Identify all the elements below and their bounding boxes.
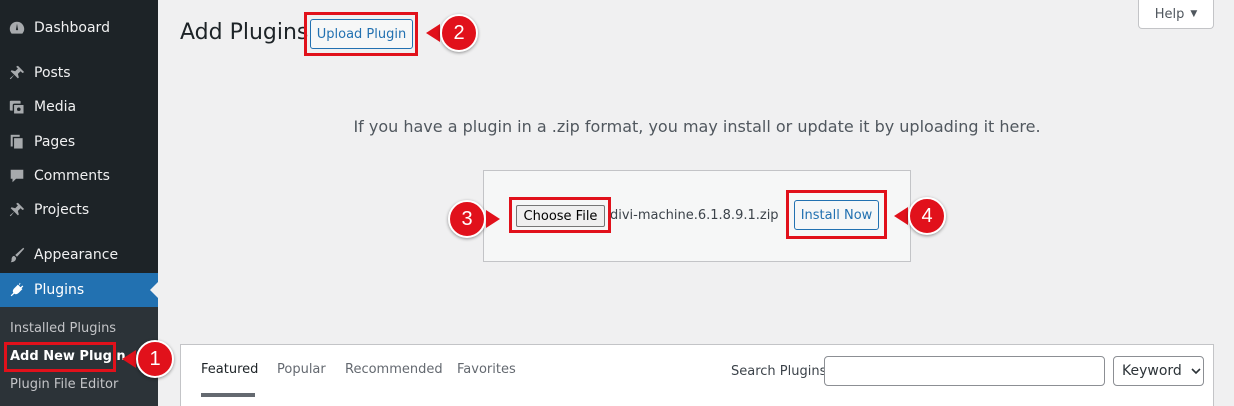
choose-file-button[interactable]: Choose File — [516, 205, 605, 227]
plug-icon — [7, 280, 27, 300]
active-tab-indicator — [201, 393, 255, 397]
pin-icon — [7, 63, 27, 83]
sidebar-item-posts[interactable]: Posts — [0, 56, 158, 90]
sidebar-item-label: Appearance — [34, 247, 119, 263]
plugin-filter-bar: Featured Popular Recommended Favorites S… — [180, 344, 1214, 406]
chevron-down-icon — [1191, 368, 1201, 375]
sidebar-item-label: Pages — [34, 134, 76, 150]
install-now-button[interactable]: Install Now — [794, 200, 879, 230]
sidebar-item-label: Comments — [34, 168, 110, 184]
sidebar-item-label: Plugins — [34, 282, 85, 298]
upload-instructions: If you have a plugin in a .zip format, y… — [353, 117, 1041, 136]
admin-sidebar: Dashboard Posts Media Pages Comments Pro… — [0, 0, 158, 406]
tab-favorites[interactable]: Favorites — [457, 362, 516, 377]
caret-down-icon: ▼ — [1190, 9, 1198, 19]
comment-icon — [7, 166, 27, 186]
step-number: 3 — [448, 200, 486, 238]
arrow-left-icon — [426, 24, 440, 42]
tab-featured[interactable]: Featured — [201, 362, 258, 377]
search-plugins-label: Search Plugins — [731, 364, 827, 379]
tab-popular[interactable]: Popular — [277, 362, 326, 377]
search-plugins-input[interactable] — [824, 356, 1105, 386]
pin-icon — [7, 200, 27, 220]
submenu-item-plugin-file-editor[interactable]: Plugin File Editor — [10, 377, 118, 392]
media-icon — [7, 97, 27, 117]
page-title: Add Plugins — [180, 20, 309, 45]
plugins-submenu: Installed Plugins Add New Plugin Plugin … — [0, 307, 158, 406]
sidebar-item-projects[interactable]: Projects — [0, 193, 158, 227]
sidebar-item-appearance[interactable]: Appearance — [0, 238, 158, 272]
sidebar-item-label: Posts — [34, 65, 71, 81]
dashboard-icon — [7, 18, 27, 38]
upload-plugin-button[interactable]: Upload Plugin — [310, 19, 413, 49]
help-label: Help — [1154, 6, 1185, 22]
search-type-value: Keyword — [1122, 363, 1182, 379]
sidebar-item-plugins[interactable]: Plugins — [0, 273, 158, 307]
sidebar-item-dashboard[interactable]: Dashboard — [0, 11, 158, 45]
help-button[interactable]: Help ▼ — [1138, 0, 1214, 29]
selected-file-name: divi-machine.6.1.8.9.1.zip — [610, 208, 779, 223]
callout-step-2: 2 — [422, 14, 482, 52]
sidebar-item-label: Projects — [34, 202, 90, 218]
submenu-item-add-new-plugin[interactable]: Add New Plugin — [10, 349, 126, 364]
brush-icon — [7, 245, 27, 265]
step-number: 2 — [440, 14, 478, 52]
step-number: 4 — [908, 197, 946, 235]
sidebar-item-label: Media — [34, 99, 77, 115]
sidebar-item-comments[interactable]: Comments — [0, 159, 158, 193]
sidebar-item-label: Dashboard — [34, 20, 110, 36]
tab-recommended[interactable]: Recommended — [345, 362, 443, 377]
search-type-select[interactable]: Keyword — [1113, 356, 1204, 386]
submenu-item-installed-plugins[interactable]: Installed Plugins — [10, 321, 116, 336]
